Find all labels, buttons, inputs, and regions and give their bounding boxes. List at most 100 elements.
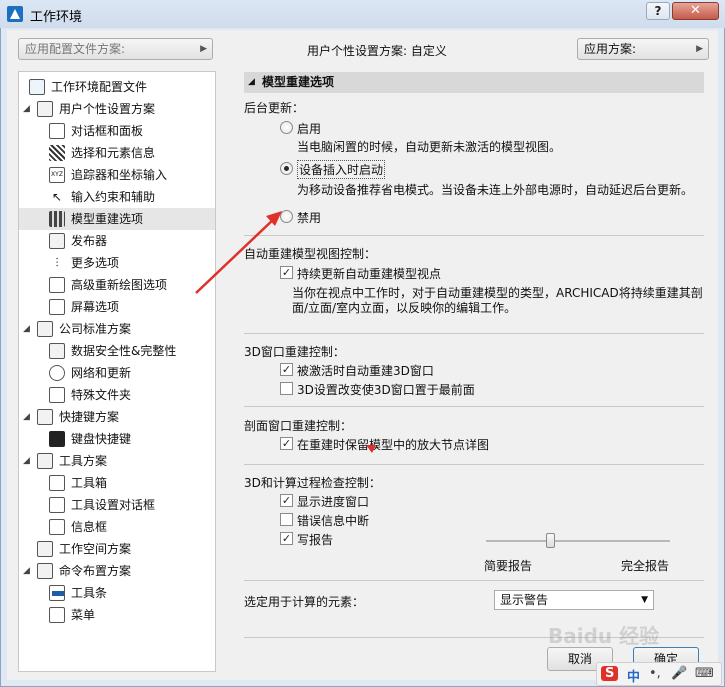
section-header[interactable]: ◢ 模型重建选项: [244, 72, 704, 93]
chevron-down-icon: ◢: [248, 77, 255, 87]
tree-item-keyboard[interactable]: 键盘快捷键: [19, 428, 215, 450]
tree-item-company-scheme[interactable]: ◢ 公司标准方案: [19, 318, 215, 340]
tree-item-label: 屏幕选项: [71, 300, 120, 314]
background-update-label: 后台更新：: [244, 101, 305, 115]
tree-item-user-scheme[interactable]: ◢ 用户个性设置方案: [19, 98, 215, 120]
show-progress-label: 显示进度窗口: [297, 495, 370, 509]
chevron-down-icon[interactable]: ◢: [23, 560, 30, 582]
tree-item-folder[interactable]: 特殊文件夹: [19, 384, 215, 406]
punctuation-icon[interactable]: •,: [649, 666, 661, 681]
radio-plugged[interactable]: [280, 162, 293, 175]
apply-scheme-button[interactable]: 应用方案: ▶: [577, 38, 709, 60]
tree-item-toolbox[interactable]: 工具箱: [19, 472, 215, 494]
tree-item-more-options[interactable]: ⫶ 更多选项: [19, 252, 215, 274]
company-scheme-icon: [37, 321, 53, 337]
shortcut-scheme-icon: [37, 409, 53, 425]
calc-elements-dropdown[interactable]: 显示警告 ▼: [494, 590, 654, 610]
write-report-checkbox[interactable]: ✓: [280, 532, 293, 545]
tree-item-label: 信息框: [71, 520, 108, 534]
tree-item-info-box[interactable]: 信息框: [19, 516, 215, 538]
chevron-right-icon: ▶: [696, 44, 703, 54]
radio-enable[interactable]: [280, 121, 293, 134]
profile-scheme-label: 应用配置文件方案:: [25, 42, 126, 56]
tree-item-data-safety[interactable]: 数据安全性&完整性: [19, 340, 215, 362]
tree-item-shortcut-scheme[interactable]: ◢ 快捷键方案: [19, 406, 215, 428]
tree-item-constraint[interactable]: ↖ 输入约束和辅助: [19, 186, 215, 208]
window-title: 工作环境: [30, 10, 83, 25]
tree-item-label: 工具设置对话框: [71, 498, 156, 512]
radio-enable-desc: 当电脑闲置的时候，自动更新未激活的模型视图。: [297, 140, 562, 154]
tree-item-toolbar[interactable]: 工具条: [19, 582, 215, 604]
divider: [244, 235, 704, 236]
tree-item-workspace[interactable]: 工作空间方案: [19, 538, 215, 560]
tree-item-menu[interactable]: 菜单: [19, 604, 215, 626]
tree-item-label: 工具方案: [59, 454, 108, 468]
window-3d-front-checkbox[interactable]: [280, 382, 293, 395]
folder-icon: [49, 387, 65, 403]
tree-item-label: 工具箱: [71, 476, 108, 490]
tree-item-label: 公司标准方案: [59, 322, 132, 336]
auto-rebuild-checkbox[interactable]: ✓: [280, 266, 293, 279]
keep-details-label: 在重建时保留模型中的放大节点详图: [297, 438, 490, 452]
settings-tree: 工作环境配置文件 ◢ 用户个性设置方案 对话框和面板 选择和元素信息 XYZ 追…: [18, 71, 216, 672]
tree-item-screen[interactable]: 屏幕选项: [19, 296, 215, 318]
tree-item-tracker[interactable]: XYZ 追踪器和坐标输入: [19, 164, 215, 186]
selection-icon: [49, 145, 65, 161]
profile-icon: [29, 79, 45, 95]
help-button[interactable]: ?: [646, 2, 670, 20]
data-safety-icon: [49, 343, 65, 359]
slider-label-full: 完全报告: [621, 559, 670, 573]
tree-item-command-layout[interactable]: ◢ 命令布置方案: [19, 560, 215, 582]
title-bar: 工作环境 ? ✕: [0, 0, 725, 28]
user-scheme-icon: [37, 101, 53, 117]
chevron-down-icon[interactable]: ◢: [23, 318, 30, 340]
tree-item-publisher[interactable]: 发布器: [19, 230, 215, 252]
apply-scheme-label: 应用方案:: [584, 42, 637, 56]
keyboard-icon: [49, 431, 65, 447]
error-break-checkbox[interactable]: [280, 513, 293, 526]
tree-item-selection[interactable]: 选择和元素信息: [19, 142, 215, 164]
ime-toolbar[interactable]: S 中 •, 🎤 ⌨: [596, 662, 722, 686]
write-report-label: 写报告: [297, 533, 334, 547]
auto-rebuild-label: 持续更新自动重建模型视点: [297, 267, 442, 281]
microphone-icon[interactable]: 🎤: [671, 666, 687, 681]
tree-item-label: 命令布置方案: [59, 564, 132, 578]
tree-item-network[interactable]: 网络和更新: [19, 362, 215, 384]
slider-label-brief: 简要报告: [484, 559, 533, 573]
tree-item-redraw[interactable]: 高级重新绘图选项: [19, 274, 215, 296]
user-profile-status: 用户个性设置方案: 自定义: [307, 44, 447, 58]
divider: [244, 406, 704, 407]
window-3d-auto-checkbox[interactable]: ✓: [280, 363, 293, 376]
show-progress-checkbox[interactable]: ✓: [280, 494, 293, 507]
sogou-icon[interactable]: S: [601, 666, 619, 681]
calc-elements-label: 选定用于计算的元素：: [244, 595, 365, 609]
dialog-icon: [49, 123, 65, 139]
close-button[interactable]: ✕: [672, 2, 719, 20]
report-level-slider-track[interactable]: [486, 540, 670, 542]
tree-item-profile[interactable]: 工作环境配置文件: [19, 76, 215, 98]
auto-rebuild-title: 自动重建模型视图控制：: [244, 247, 377, 261]
publisher-icon: [49, 233, 65, 249]
tree-item-rebuild[interactable]: 模型重建选项: [19, 208, 215, 230]
tree-item-label: 更多选项: [71, 256, 120, 270]
chevron-down-icon[interactable]: ◢: [23, 406, 30, 428]
workspace-icon: [37, 541, 53, 557]
chevron-down-icon[interactable]: ◢: [23, 98, 30, 120]
toolbar-icon: [49, 585, 65, 601]
tree-item-tool-scheme[interactable]: ◢ 工具方案: [19, 450, 215, 472]
radio-plugged-label: 设备插入时启动: [297, 160, 386, 179]
keep-details-checkbox[interactable]: ✓: [280, 437, 293, 450]
screen-icon: [49, 299, 65, 315]
report-level-slider-thumb[interactable]: [546, 533, 555, 548]
tree-item-label: 工作环境配置文件: [51, 80, 148, 94]
tree-item-label: 工具条: [71, 586, 108, 600]
ime-language-indicator[interactable]: 中: [627, 666, 640, 685]
tree-item-dialogs[interactable]: 对话框和面板: [19, 120, 215, 142]
chevron-down-icon[interactable]: ◢: [23, 450, 30, 472]
radio-disable[interactable]: [280, 210, 293, 223]
calc-elements-value: 显示警告: [500, 593, 549, 607]
profile-scheme-dropdown[interactable]: 应用配置文件方案: ▶: [18, 38, 213, 60]
tree-item-tool-settings[interactable]: 工具设置对话框: [19, 494, 215, 516]
keyboard-icon[interactable]: ⌨: [695, 666, 714, 681]
tree-item-label: 高级重新绘图选项: [71, 278, 168, 292]
